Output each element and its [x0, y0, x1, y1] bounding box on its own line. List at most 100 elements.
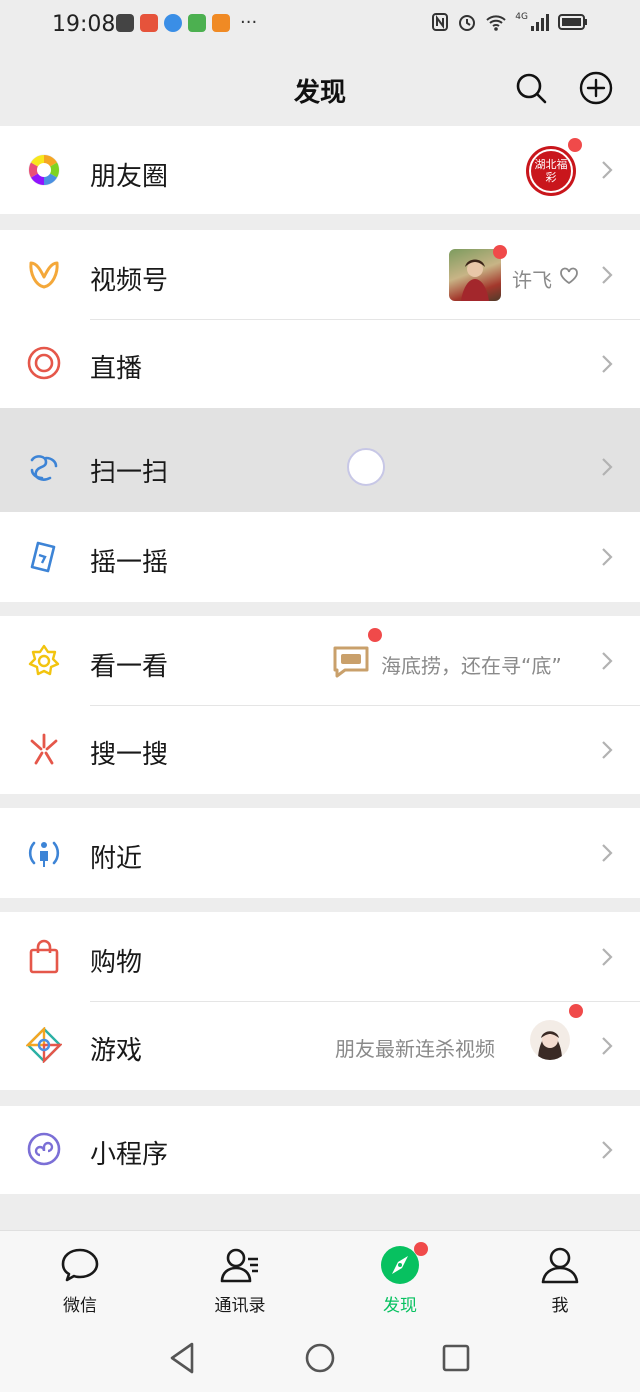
games-label: 游戏: [90, 1036, 143, 1066]
mini-programs-icon: [27, 1132, 61, 1166]
back-icon[interactable]: [162, 1338, 202, 1378]
menu-item-shake[interactable]: 摇一摇: [0, 512, 640, 602]
menu-item-moments[interactable]: 朋友圈 湖北福彩: [0, 126, 640, 214]
top-stories-icon: [28, 644, 60, 676]
scan-label: 扫一扫: [90, 458, 169, 488]
signal-icon: [531, 14, 549, 31]
heart-icon: [560, 267, 578, 285]
home-icon[interactable]: [300, 1338, 340, 1378]
chevron-right-icon: [602, 844, 613, 862]
games-friend-avatar: [530, 1020, 570, 1060]
avatar-figure: [538, 1031, 562, 1060]
status-bar: 19:08 ··· 4G: [0, 0, 640, 50]
video-app-icon: [212, 14, 230, 32]
channels-icon: [29, 261, 59, 289]
games-badge: [569, 1004, 583, 1018]
menu-item-search[interactable]: 搜一搜: [0, 706, 640, 794]
tab-chats[interactable]: 微信: [0, 1231, 160, 1323]
touch-indicator: [347, 448, 385, 486]
network-type: 4G: [515, 12, 528, 22]
contacts-icon: [220, 1248, 258, 1283]
menu-item-live[interactable]: 直播: [0, 320, 640, 408]
add-icon[interactable]: [578, 70, 614, 106]
menu-item-channels[interactable]: 视频号 许飞: [0, 230, 640, 320]
search-icon[interactable]: [513, 70, 549, 106]
alarm-icon: [459, 15, 476, 31]
channels-group: 视频号 许飞 直播: [0, 230, 640, 408]
top-stories-label: 看一看: [90, 652, 169, 682]
chevron-right-icon: [602, 548, 613, 566]
mini-programs-group: 小程序: [0, 1106, 640, 1194]
search-label: 搜一搜: [90, 740, 169, 770]
chevron-right-icon: [602, 266, 613, 284]
system-indicators: 4G: [431, 12, 588, 32]
nearby-group: 附近: [0, 808, 640, 898]
tab-discover-label: 发现: [383, 1296, 417, 1316]
channels-badge: [493, 245, 507, 259]
video-call-icon: [116, 14, 134, 32]
shopping-label: 购物: [90, 948, 143, 978]
chevron-right-icon: [602, 948, 613, 966]
nfc-icon: [432, 13, 449, 31]
menu-item-shopping[interactable]: 购物: [0, 912, 640, 1002]
tab-discover[interactable]: 发现: [320, 1231, 480, 1323]
moments-group: 朋友圈 湖北福彩: [0, 126, 640, 214]
browser-icon: [164, 14, 182, 32]
shopping-bag-icon: [29, 939, 59, 974]
games-hint: 朋友最新连杀视频: [335, 1037, 495, 1061]
shopping-group: 购物 游戏 朋友最新连杀视频: [0, 912, 640, 1090]
status-time: 19:08: [52, 12, 116, 37]
live-icon: [27, 346, 61, 380]
channels-thumbnail: [449, 249, 501, 301]
search-feature-icon: [30, 733, 58, 765]
top-stories-badge: [368, 628, 382, 642]
stories-group: 看一看 海底捞，还在寻“底” 搜一搜: [0, 616, 640, 794]
tab-me-label: 我: [551, 1296, 569, 1316]
shake-icon: [30, 541, 56, 573]
tab-contacts[interactable]: 通讯录: [160, 1231, 320, 1323]
top-stories-hint: 海底捞，还在寻“底”: [381, 654, 562, 678]
app-notification-icon: [140, 14, 158, 32]
games-icon: [26, 1027, 62, 1063]
top-stories-source-icon: [333, 646, 369, 678]
live-label: 直播: [90, 354, 143, 384]
moments-avatar: 湖北福彩: [526, 146, 576, 196]
bottom-tab-bar: 微信 通讯录 发现 我: [0, 1230, 640, 1323]
chat-bubble-icon: [61, 1248, 99, 1282]
notification-icons: ···: [116, 14, 257, 32]
scan-icon: [30, 455, 58, 481]
mini-programs-label: 小程序: [90, 1140, 169, 1170]
menu-item-nearby[interactable]: 附近: [0, 808, 640, 898]
scan-group: 扫一扫 摇一摇: [0, 408, 640, 602]
menu-item-top-stories[interactable]: 看一看 海底捞，还在寻“底”: [0, 616, 640, 706]
store-icon: [188, 14, 206, 32]
channels-label: 视频号: [90, 266, 169, 296]
shake-label: 摇一摇: [90, 548, 169, 578]
person-icon: [541, 1247, 579, 1284]
chevron-right-icon: [602, 652, 613, 670]
channels-author: 许飞: [512, 268, 552, 292]
tab-me[interactable]: 我: [480, 1231, 640, 1323]
wifi-icon: [486, 15, 506, 31]
tab-contacts-label: 通讯录: [214, 1296, 266, 1316]
menu-item-scan[interactable]: 扫一扫: [0, 408, 640, 512]
chevron-right-icon: [602, 355, 613, 373]
menu-item-mini-programs[interactable]: 小程序: [0, 1106, 640, 1194]
moments-label: 朋友圈: [90, 162, 169, 192]
battery-icon: [558, 14, 587, 30]
discover-badge: [414, 1242, 428, 1256]
chevron-right-icon: [602, 458, 613, 476]
system-navigation-bar: [0, 1322, 640, 1392]
recents-icon[interactable]: [436, 1338, 476, 1378]
moments-badge: [568, 138, 582, 152]
menu-item-games[interactable]: 游戏 朋友最新连杀视频: [0, 1002, 640, 1090]
nearby-icon: [28, 841, 60, 867]
chevron-right-icon: [602, 1141, 613, 1159]
more-notifications: ···: [240, 12, 258, 33]
avatar-seal-text: 湖北福彩: [529, 149, 573, 193]
channels-thumbnail-figure: [461, 259, 489, 301]
nearby-label: 附近: [90, 844, 143, 874]
title-bar: 发现: [0, 50, 640, 126]
chevron-right-icon: [602, 161, 613, 179]
chevron-right-icon: [602, 741, 613, 759]
